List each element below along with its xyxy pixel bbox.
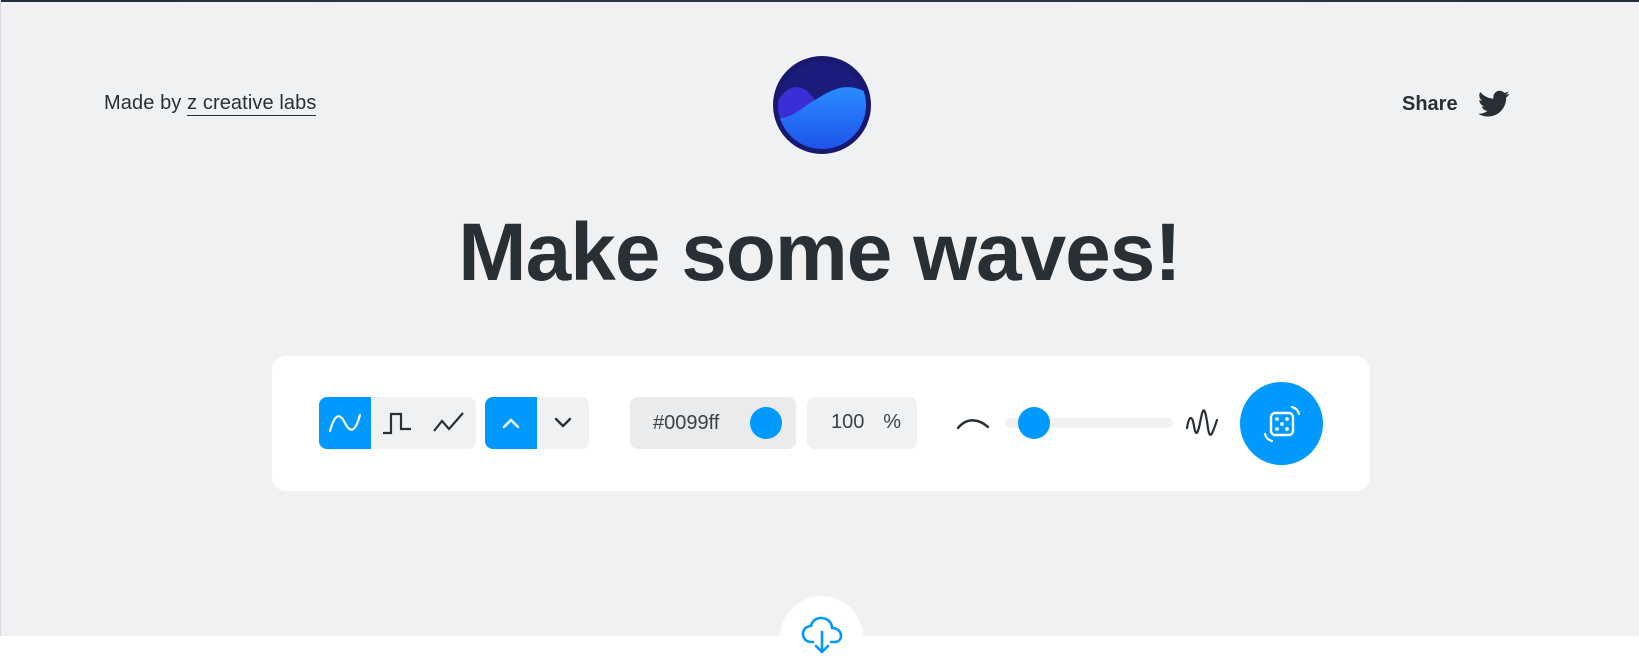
- share-group: Share: [1402, 90, 1510, 118]
- twitter-icon[interactable]: [1477, 90, 1510, 118]
- sine-wave-icon: [328, 413, 362, 433]
- wave-shape-triangle-button[interactable]: [423, 397, 475, 449]
- top-border: [0, 0, 1639, 2]
- calm-wave-icon: [956, 419, 990, 430]
- square-wave-icon: [383, 412, 411, 435]
- made-by-prefix: Made by: [104, 92, 182, 114]
- page-title: Make some waves!: [458, 207, 1181, 298]
- cloud-download-icon: [801, 616, 842, 654]
- direction-down-button[interactable]: [537, 397, 589, 449]
- wave-toolbar: #0099ff 100 %: [272, 356, 1370, 491]
- complexity-slider-thumb[interactable]: [1017, 407, 1050, 439]
- opacity-input[interactable]: 100 %: [807, 397, 917, 449]
- chevron-up-icon: [502, 418, 520, 429]
- color-picker[interactable]: #0099ff: [630, 397, 796, 449]
- color-hex-value[interactable]: #0099ff: [653, 412, 763, 435]
- left-edge: [0, 0, 1, 658]
- page: Made by z creative labs Share Make some …: [0, 0, 1639, 658]
- wave-shape-sine-button[interactable]: [319, 397, 371, 449]
- opacity-unit: %: [883, 411, 901, 433]
- wave-logo-icon: [773, 56, 871, 154]
- opacity-value[interactable]: 100: [831, 411, 864, 434]
- wave-direction-selector: [485, 397, 589, 449]
- dice-icon: [1263, 405, 1300, 442]
- wave-shape-selector: [319, 397, 476, 449]
- share-label: Share: [1402, 92, 1458, 115]
- creator-link[interactable]: z creative labs: [187, 92, 317, 116]
- download-button[interactable]: [780, 596, 863, 658]
- direction-up-button[interactable]: [485, 397, 537, 449]
- made-by-credit: Made by z creative labs: [104, 92, 317, 116]
- chevron-down-icon: [554, 417, 572, 428]
- triangle-wave-icon: [433, 412, 464, 432]
- color-swatch[interactable]: [750, 407, 782, 439]
- wild-wave-icon: [1185, 409, 1219, 436]
- randomize-button[interactable]: [1240, 382, 1323, 465]
- wave-shape-square-button[interactable]: [371, 397, 423, 449]
